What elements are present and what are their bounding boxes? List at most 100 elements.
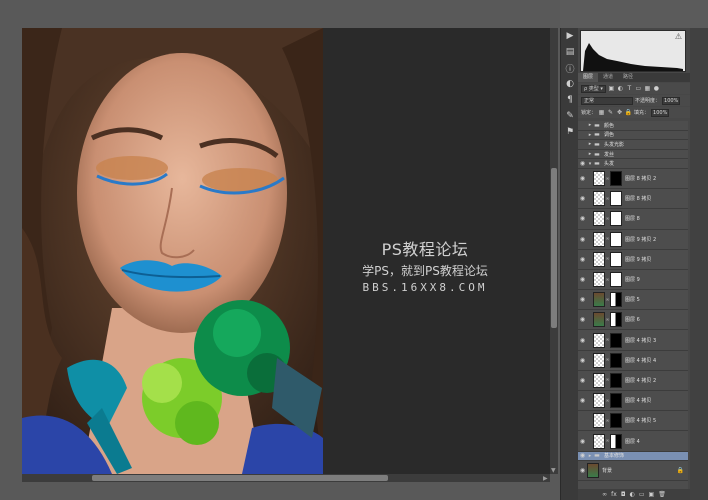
filter-adjust-icon[interactable]: ◐	[617, 85, 624, 92]
layer-row[interactable]: ◉ ∞ 图层 8 拷贝	[578, 189, 688, 210]
layer-mask-thumbnail[interactable]	[610, 433, 622, 449]
lock-paint-icon[interactable]: ✎	[607, 109, 614, 116]
visibility-eye-icon[interactable]: ◉	[578, 377, 587, 384]
filter-pixel-icon[interactable]: ▣	[608, 85, 615, 92]
layer-row[interactable]: ◉ ▸ ▬ 基本修饰	[578, 451, 688, 462]
visibility-eye-icon[interactable]: ◉	[578, 337, 587, 344]
layer-mask-thumbnail[interactable]	[610, 171, 622, 187]
layer-thumbnail[interactable]	[593, 292, 605, 308]
layer-row[interactable]: ◉ ∞ 图层 4 拷贝 3	[578, 330, 688, 351]
layer-row[interactable]: ◉ ∞ 图层 9	[578, 270, 688, 291]
visibility-eye-icon[interactable]: ◉	[578, 256, 587, 263]
filter-type-icon[interactable]: T	[626, 85, 633, 92]
brush-icon[interactable]: ✎	[561, 108, 579, 124]
layer-row[interactable]: ◉ ∞ 图层 5	[578, 290, 688, 311]
tab-paths[interactable]: 路径	[618, 73, 638, 82]
visibility-eye-icon[interactable]: ◉	[578, 357, 587, 364]
layer-row[interactable]: ◉ ∞ 图层 4 拷贝 2	[578, 371, 688, 392]
horizontal-scrollbar[interactable]	[22, 474, 550, 482]
layer-row[interactable]: ◉ ∞ 图层 8 拷贝 2	[578, 169, 688, 190]
layer-row[interactable]: ◉ ∞ 图层 9 拷贝 2	[578, 230, 688, 250]
layer-row[interactable]: ◉ ∞ 图层 4 拷贝 4	[578, 351, 688, 371]
layer-thumbnail[interactable]	[593, 231, 605, 247]
layer-row[interactable]: ◉ ∞ 图层 8	[578, 209, 688, 230]
layer-thumbnail[interactable]	[593, 332, 605, 348]
layer-row[interactable]: ◉ ∞ 图层 4 拷贝	[578, 391, 688, 412]
warning-icon[interactable]: ⚠	[675, 32, 682, 41]
filter-toggle-icon[interactable]: ●	[653, 85, 660, 92]
visibility-eye-icon[interactable]: ◉	[578, 215, 587, 222]
layer-thumbnail[interactable]	[593, 251, 605, 267]
layer-thumbnail[interactable]	[593, 211, 605, 227]
layer-row[interactable]: ▸ ▬ 头发光影	[578, 140, 688, 150]
scroll-down-arrow-icon[interactable]: ▼	[551, 467, 556, 474]
layer-filter-select[interactable]: ρ 类型 ▾	[581, 84, 606, 93]
tab-layers[interactable]: 图层	[578, 73, 599, 82]
scroll-right-arrow-icon[interactable]: ▶	[543, 475, 548, 482]
add-mask-icon[interactable]: ◘	[621, 491, 626, 498]
paragraph-icon[interactable]: ¶	[561, 92, 579, 108]
adjustments-icon[interactable]: ◐	[561, 76, 579, 92]
layer-mask-thumbnail[interactable]	[610, 372, 622, 388]
visibility-eye-icon[interactable]: ◉	[578, 438, 587, 445]
layer-mask-thumbnail[interactable]	[610, 352, 622, 368]
layer-thumbnail[interactable]	[593, 272, 605, 287]
new-layer-icon[interactable]: ▣	[649, 491, 655, 498]
tab-channels[interactable]: 通道	[598, 73, 618, 82]
horizontal-scroll-thumb[interactable]	[92, 475, 388, 481]
layer-row[interactable]: ∞ 图层 4 拷贝 5	[578, 411, 688, 432]
visibility-eye-icon[interactable]: ◉	[578, 316, 587, 323]
fx-icon[interactable]: fx	[611, 491, 617, 498]
stamp-icon[interactable]: ⚑	[561, 124, 579, 140]
vertical-scroll-thumb[interactable]	[551, 168, 557, 328]
layer-thumbnail[interactable]	[593, 312, 605, 328]
layer-row[interactable]: ◉ 背景 🔒	[578, 461, 688, 482]
fill-input[interactable]: 100%	[651, 108, 670, 117]
layer-row[interactable]: ▸ ▬ 调色	[578, 131, 688, 141]
adjustment-layer-icon[interactable]: ◐	[630, 491, 635, 498]
visibility-eye-icon[interactable]: ◉	[578, 175, 587, 182]
info-icon[interactable]: ⓘ	[561, 60, 579, 76]
blend-mode-select[interactable]: 正常	[581, 96, 633, 105]
layer-row[interactable]: ▸ ▬ 发丝	[578, 150, 688, 160]
layer-thumbnail[interactable]	[593, 433, 605, 449]
filter-shape-icon[interactable]: ▭	[635, 85, 642, 92]
layer-row[interactable]: ▸ ▬ 颜色	[578, 121, 688, 131]
visibility-eye-icon[interactable]: ◉	[578, 452, 587, 459]
lock-transparent-icon[interactable]: ▦	[598, 109, 605, 116]
panel-scroll-area[interactable]	[690, 28, 708, 500]
visibility-eye-icon[interactable]: ◉	[578, 467, 587, 474]
lock-all-icon[interactable]: 🔒	[625, 109, 632, 116]
opacity-input[interactable]: 100%	[662, 96, 681, 105]
layer-mask-thumbnail[interactable]	[610, 292, 622, 308]
layer-thumbnail[interactable]	[593, 352, 605, 368]
layer-row[interactable]: ◉ ∞ 图层 9 拷贝	[578, 250, 688, 270]
layer-thumbnail[interactable]	[593, 393, 605, 409]
portrait-photo[interactable]	[22, 28, 323, 474]
layer-thumbnail[interactable]	[593, 372, 605, 388]
vertical-scrollbar[interactable]	[550, 28, 558, 474]
layer-mask-thumbnail[interactable]	[610, 231, 622, 247]
layer-mask-thumbnail[interactable]	[610, 211, 622, 227]
layer-row[interactable]: ◉ ∞ 图层 4	[578, 431, 688, 452]
histogram-icon[interactable]: ▤	[561, 44, 579, 60]
new-group-icon[interactable]: ▭	[639, 491, 645, 498]
lock-move-icon[interactable]: ✥	[616, 109, 623, 116]
layer-mask-thumbnail[interactable]	[610, 332, 622, 348]
layer-thumbnail[interactable]	[593, 413, 605, 429]
layer-thumbnail[interactable]	[593, 171, 605, 187]
visibility-eye-icon[interactable]: ◉	[578, 276, 587, 283]
layer-row[interactable]: ◉ ▾ ▬ 头发	[578, 159, 688, 169]
layer-mask-thumbnail[interactable]	[610, 312, 622, 328]
layer-mask-thumbnail[interactable]	[610, 251, 622, 267]
trash-icon[interactable]: 🗑	[658, 491, 666, 498]
visibility-eye-icon[interactable]: ◉	[578, 397, 587, 404]
layer-thumbnail[interactable]	[587, 463, 599, 479]
layer-mask-thumbnail[interactable]	[610, 272, 622, 287]
layer-mask-thumbnail[interactable]	[610, 413, 622, 429]
layer-row[interactable]: ◉ ∞ 图层 6	[578, 310, 688, 331]
layer-thumbnail[interactable]	[593, 191, 605, 207]
play-icon[interactable]: ▶	[561, 28, 579, 44]
layer-mask-thumbnail[interactable]	[610, 191, 622, 207]
filter-smart-icon[interactable]: ▦	[644, 85, 651, 92]
